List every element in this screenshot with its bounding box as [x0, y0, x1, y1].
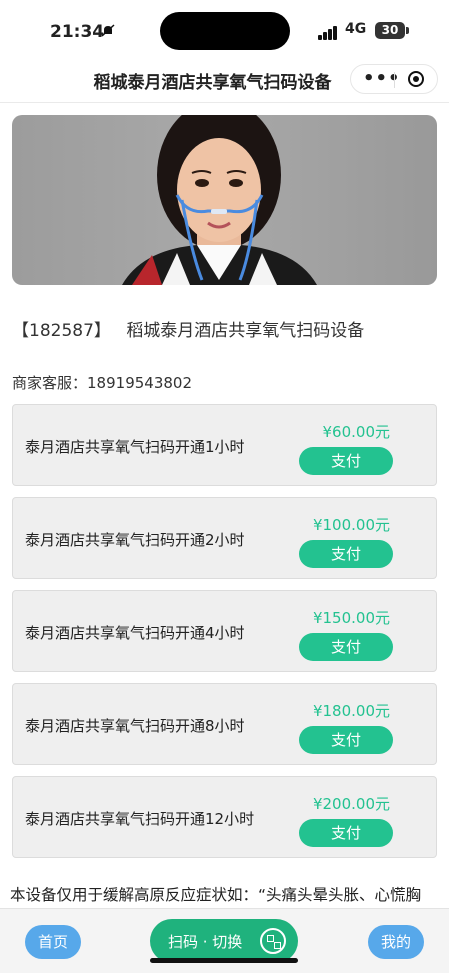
capsule-divider: [394, 72, 395, 88]
plan-card: 泰月酒店共享氧气扫码开通2小时 ¥100.00元 支付: [12, 497, 437, 579]
merchant-service: 商家客服：18919543802: [12, 372, 192, 393]
scan-label: 扫码 · 切换: [168, 933, 243, 951]
banner-image: [12, 115, 437, 285]
scan-switch-button[interactable]: 扫码 · 切换: [150, 919, 298, 963]
qr-code-icon: [260, 928, 286, 954]
status-time: 21:34: [50, 22, 105, 42]
device-description: 本设备仅用于缓解高原反应症状如：“头痛头晕头胀、心慌胸: [10, 886, 422, 904]
plan-price: ¥180.00元: [312, 702, 390, 720]
plan-label: 泰月酒店共享氧气扫码开通4小时: [25, 624, 245, 642]
plan-price: ¥200.00元: [312, 795, 390, 813]
pay-button[interactable]: 支付: [299, 447, 393, 475]
bottom-bar: 首页 扫码 · 切换 我的: [0, 908, 449, 973]
mute-bell-icon: [101, 24, 115, 42]
plan-label: 泰月酒店共享氧气扫码开通12小时: [25, 810, 255, 828]
plan-card: 泰月酒店共享氧气扫码开通1小时 ¥60.00元 支付: [12, 404, 437, 486]
plan-card: 泰月酒店共享氧气扫码开通12小时 ¥200.00元 支付: [12, 776, 437, 858]
home-button[interactable]: 首页: [25, 925, 81, 959]
plan-label: 泰月酒店共享氧气扫码开通8小时: [25, 717, 245, 735]
plan-label: 泰月酒店共享氧气扫码开通1小时: [25, 438, 245, 456]
plan-label: 泰月酒店共享氧气扫码开通2小时: [25, 531, 245, 549]
close-target-icon[interactable]: [408, 71, 424, 87]
plan-price: ¥150.00元: [312, 609, 390, 627]
battery-icon: 30: [375, 22, 405, 39]
battery-tip: [406, 27, 409, 34]
status-bar: 21:34 4G 30: [0, 0, 449, 60]
mine-button[interactable]: 我的: [368, 925, 424, 959]
nav-bar: 稻城泰月酒店共享氧气扫码设备 •••: [0, 60, 449, 103]
plan-card: 泰月酒店共享氧气扫码开通4小时 ¥150.00元 支付: [12, 590, 437, 672]
pay-button[interactable]: 支付: [299, 819, 393, 847]
device-code: 【182587】: [12, 321, 111, 341]
dynamic-island: [160, 12, 290, 50]
service-phone[interactable]: 18919543802: [87, 374, 192, 392]
pay-button[interactable]: 支付: [299, 726, 393, 754]
device-info: 【182587】 稻城泰月酒店共享氧气扫码设备: [12, 316, 364, 341]
mini-program-capsule[interactable]: •••: [350, 64, 438, 94]
plan-price: ¥60.00元: [322, 423, 391, 441]
network-type: 4G: [345, 21, 367, 37]
device-name: 稻城泰月酒店共享氧气扫码设备: [126, 321, 365, 341]
service-label: 商家客服：: [12, 374, 88, 392]
pay-button[interactable]: 支付: [299, 633, 393, 661]
plan-card: 泰月酒店共享氧气扫码开通8小时 ¥180.00元 支付: [12, 683, 437, 765]
plan-price: ¥100.00元: [312, 516, 390, 534]
signal-icon: [318, 26, 338, 40]
pay-button[interactable]: 支付: [299, 540, 393, 568]
home-indicator: [150, 958, 298, 963]
